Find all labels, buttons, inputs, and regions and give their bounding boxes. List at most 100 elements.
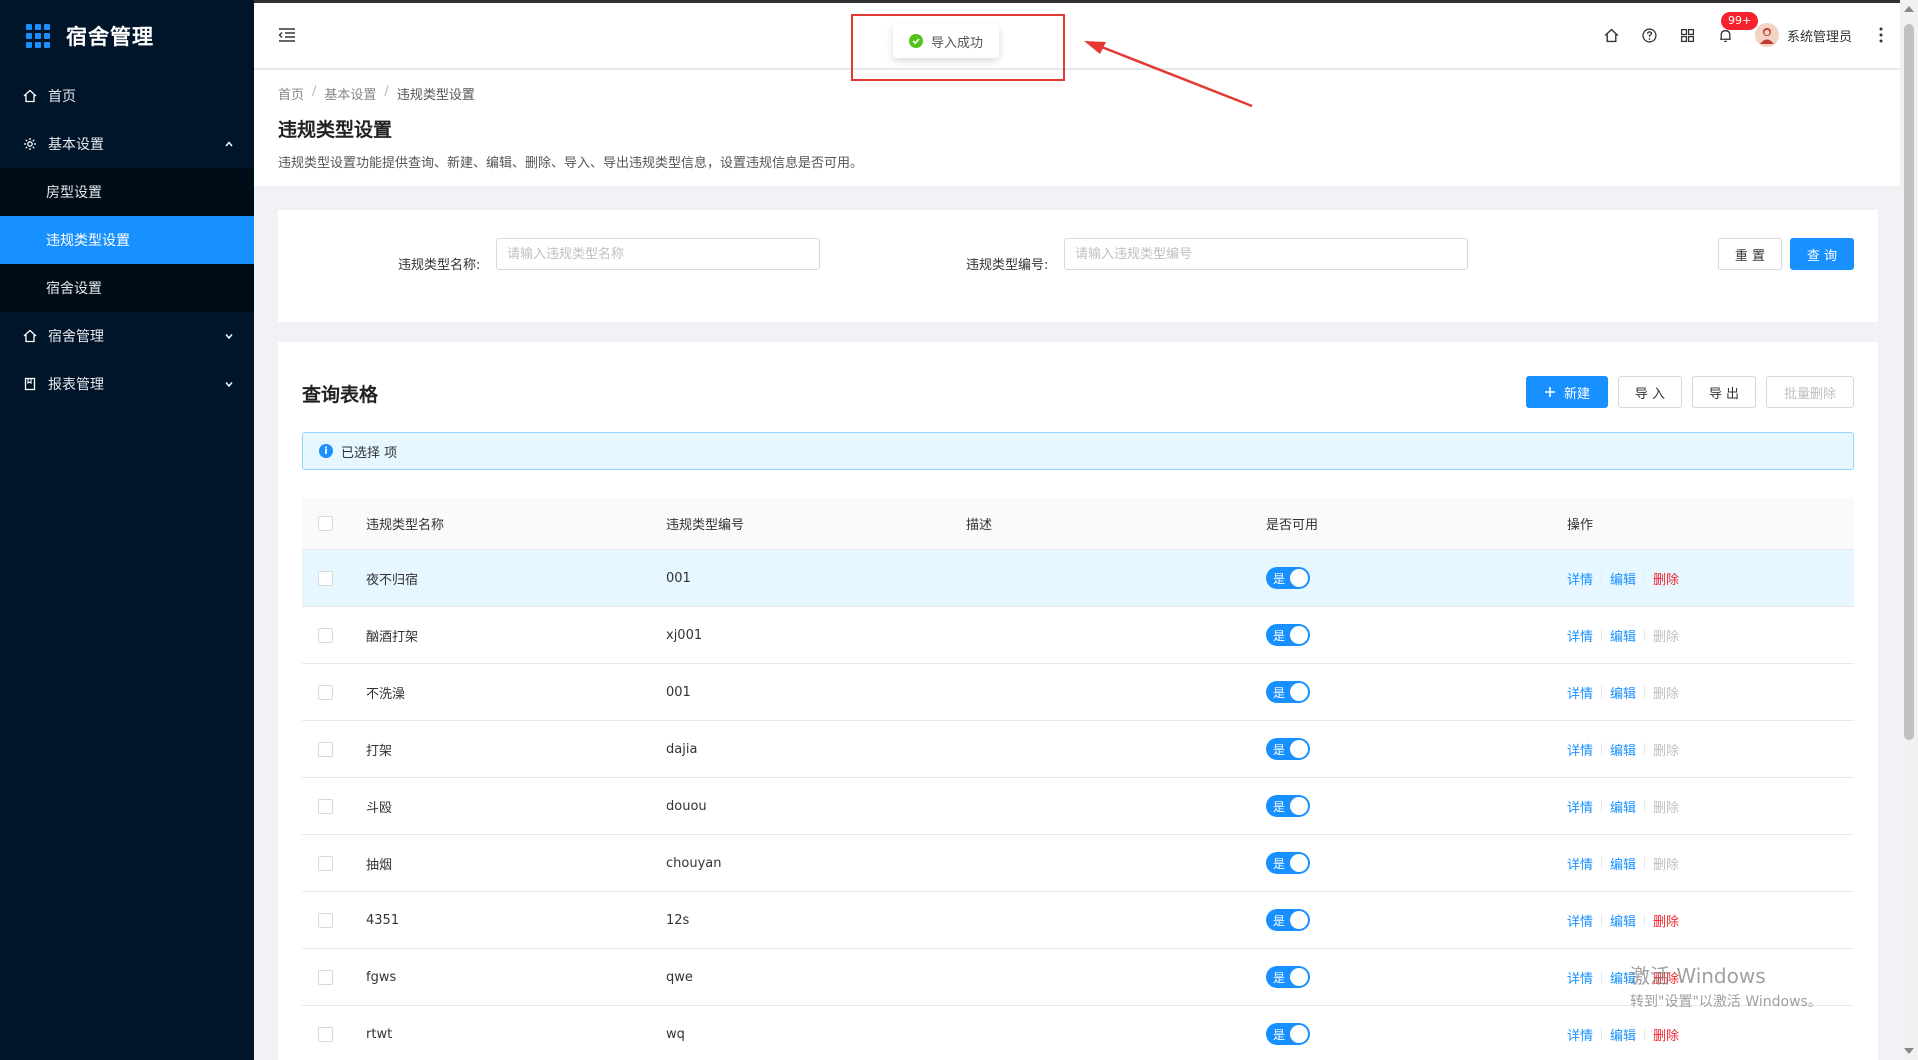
enabled-switch[interactable]: 是 [1266, 795, 1310, 817]
export-button[interactable]: 导 出 [1692, 376, 1756, 408]
row-checkbox[interactable] [318, 1026, 333, 1042]
username[interactable]: 系统管理员 [1787, 26, 1852, 45]
enabled-switch[interactable]: 是 [1266, 738, 1310, 760]
row-checkbox[interactable] [318, 627, 333, 643]
scrollbar-thumb[interactable] [1904, 24, 1914, 740]
batch-delete-button[interactable]: 批量删除 [1766, 376, 1854, 408]
enabled-switch[interactable]: 是 [1266, 567, 1310, 589]
edit-link[interactable]: 编辑 [1610, 797, 1636, 816]
detail-link[interactable]: 详情 [1567, 683, 1593, 702]
edit-link[interactable]: 编辑 [1610, 626, 1636, 645]
row-checkbox[interactable] [318, 741, 333, 757]
page-scrollbar[interactable] [1900, 0, 1918, 1060]
delete-link[interactable]: 删除 [1653, 740, 1679, 759]
table-row: 抽烟 chouyan 是 详情 编辑 删除 [302, 835, 1854, 892]
detail-link[interactable]: 详情 [1567, 968, 1593, 987]
cell-code: xj001 [666, 627, 703, 643]
detail-link[interactable]: 详情 [1567, 911, 1593, 930]
switch-label: 是 [1273, 1027, 1286, 1042]
code-filter-input[interactable] [1064, 238, 1468, 270]
app-logo[interactable]: 宿舍管理 [0, 0, 254, 72]
delete-link[interactable]: 删除 [1653, 854, 1679, 873]
cell-name: 不洗澡 [366, 686, 406, 702]
sidebar-item-home[interactable]: 首页 [0, 72, 254, 120]
apps-icon[interactable] [1679, 26, 1697, 44]
edit-link[interactable]: 编辑 [1610, 854, 1636, 873]
delete-link[interactable]: 删除 [1653, 1025, 1679, 1044]
sidebar-item-violation-type[interactable]: 违规类型设置 [0, 216, 254, 264]
switch-label: 是 [1273, 685, 1286, 700]
cell-code: 001 [666, 570, 691, 586]
enabled-switch[interactable]: 是 [1266, 1023, 1310, 1045]
detail-link[interactable]: 详情 [1567, 854, 1593, 873]
row-checkbox[interactable] [318, 570, 333, 586]
scroll-down-icon[interactable] [1904, 1048, 1914, 1054]
row-checkbox[interactable] [318, 912, 333, 928]
chevron-down-icon [224, 377, 234, 393]
chevron-up-icon [224, 137, 234, 153]
selection-alert: i 已选择 项 [302, 432, 1854, 470]
help-icon[interactable] [1641, 26, 1659, 44]
detail-link[interactable]: 详情 [1567, 740, 1593, 759]
search-button[interactable]: 查 询 [1790, 238, 1854, 270]
watermark-line1: 激活 Windows [1630, 964, 1766, 988]
sidebar-item-basic-settings[interactable]: 基本设置 [0, 120, 254, 168]
reset-button[interactable]: 重 置 [1718, 238, 1782, 270]
page-header: 首页 / 基本设置 / 违规类型设置 违规类型设置 违规类型设置功能提供查询、新… [254, 70, 1900, 186]
delete-link[interactable]: 删除 [1653, 683, 1679, 702]
select-all-checkbox[interactable] [318, 516, 333, 531]
delete-link[interactable]: 删除 [1653, 911, 1679, 930]
sidebar-item-label: 房型设置 [46, 185, 102, 201]
row-checkbox[interactable] [318, 798, 333, 814]
enabled-switch[interactable]: 是 [1266, 624, 1310, 646]
detail-link[interactable]: 详情 [1567, 626, 1593, 645]
detail-link[interactable]: 详情 [1567, 569, 1593, 588]
enabled-switch[interactable]: 是 [1266, 681, 1310, 703]
row-checkbox[interactable] [318, 855, 333, 871]
enabled-switch[interactable]: 是 [1266, 852, 1310, 874]
sidebar-item-dorm-management[interactable]: 宿舍管理 [0, 312, 254, 360]
sidebar-item-label: 违规类型设置 [46, 233, 130, 249]
name-filter-input[interactable] [496, 238, 820, 270]
avatar[interactable] [1754, 23, 1779, 47]
delete-link[interactable]: 删除 [1653, 569, 1679, 588]
edit-link[interactable]: 编辑 [1610, 683, 1636, 702]
sidebar-item-reports[interactable]: 报表管理 [0, 360, 254, 408]
row-checkbox[interactable] [318, 684, 333, 700]
table-row: 4351 12s 是 详情 编辑 删除 [302, 892, 1854, 949]
edit-link[interactable]: 编辑 [1610, 911, 1636, 930]
chevron-down-icon [224, 329, 234, 345]
cell-name: 夜不归宿 [366, 572, 419, 588]
edit-link[interactable]: 编辑 [1610, 740, 1636, 759]
more-vertical-icon[interactable] [1872, 26, 1890, 44]
new-button[interactable]: 新建 [1526, 376, 1608, 408]
edit-link[interactable]: 编辑 [1610, 1025, 1636, 1044]
home-icon[interactable] [1603, 26, 1621, 44]
switch-label: 是 [1273, 913, 1286, 928]
row-checkbox[interactable] [318, 969, 333, 985]
breadcrumb-basic-settings[interactable]: 基本设置 [324, 84, 376, 103]
scroll-up-icon[interactable] [1904, 6, 1914, 12]
cell-name: 斗殴 [366, 800, 393, 816]
cell-name: fgws [366, 969, 397, 985]
basic-settings-submenu: 房型设置 违规类型设置 宿舍设置 [0, 168, 254, 312]
sidebar-item-label: 宿舍设置 [46, 281, 102, 297]
cell-code: qwe [666, 969, 693, 985]
enabled-switch[interactable]: 是 [1266, 966, 1310, 988]
detail-link[interactable]: 详情 [1567, 1025, 1593, 1044]
sidebar-item-room-type[interactable]: 房型设置 [0, 168, 254, 216]
table-row: 夜不归宿 001 是 详情 编辑 删除 [302, 550, 1854, 607]
annotation-box [851, 14, 1065, 81]
import-button[interactable]: 导 入 [1618, 376, 1682, 408]
edit-link[interactable]: 编辑 [1610, 569, 1636, 588]
breadcrumb-home[interactable]: 首页 [278, 84, 304, 103]
delete-link[interactable]: 删除 [1653, 626, 1679, 645]
table-card: 查询表格 新建 导 入 导 出 批量删除 i 已选择 项 违规类型名称 违规类型… [278, 342, 1878, 1060]
violation-type-table: 违规类型名称 违规类型编号 描述 是否可用 操作 夜不归宿 001 是详情 编辑 删除酗… [302, 498, 1854, 1060]
enabled-switch[interactable]: 是 [1266, 909, 1310, 931]
delete-link[interactable]: 删除 [1653, 797, 1679, 816]
detail-link[interactable]: 详情 [1567, 797, 1593, 816]
sidebar-item-dorm-settings[interactable]: 宿舍设置 [0, 264, 254, 312]
menu-fold-icon[interactable] [278, 27, 296, 47]
bell-icon[interactable]: 99+ [1717, 12, 1759, 44]
